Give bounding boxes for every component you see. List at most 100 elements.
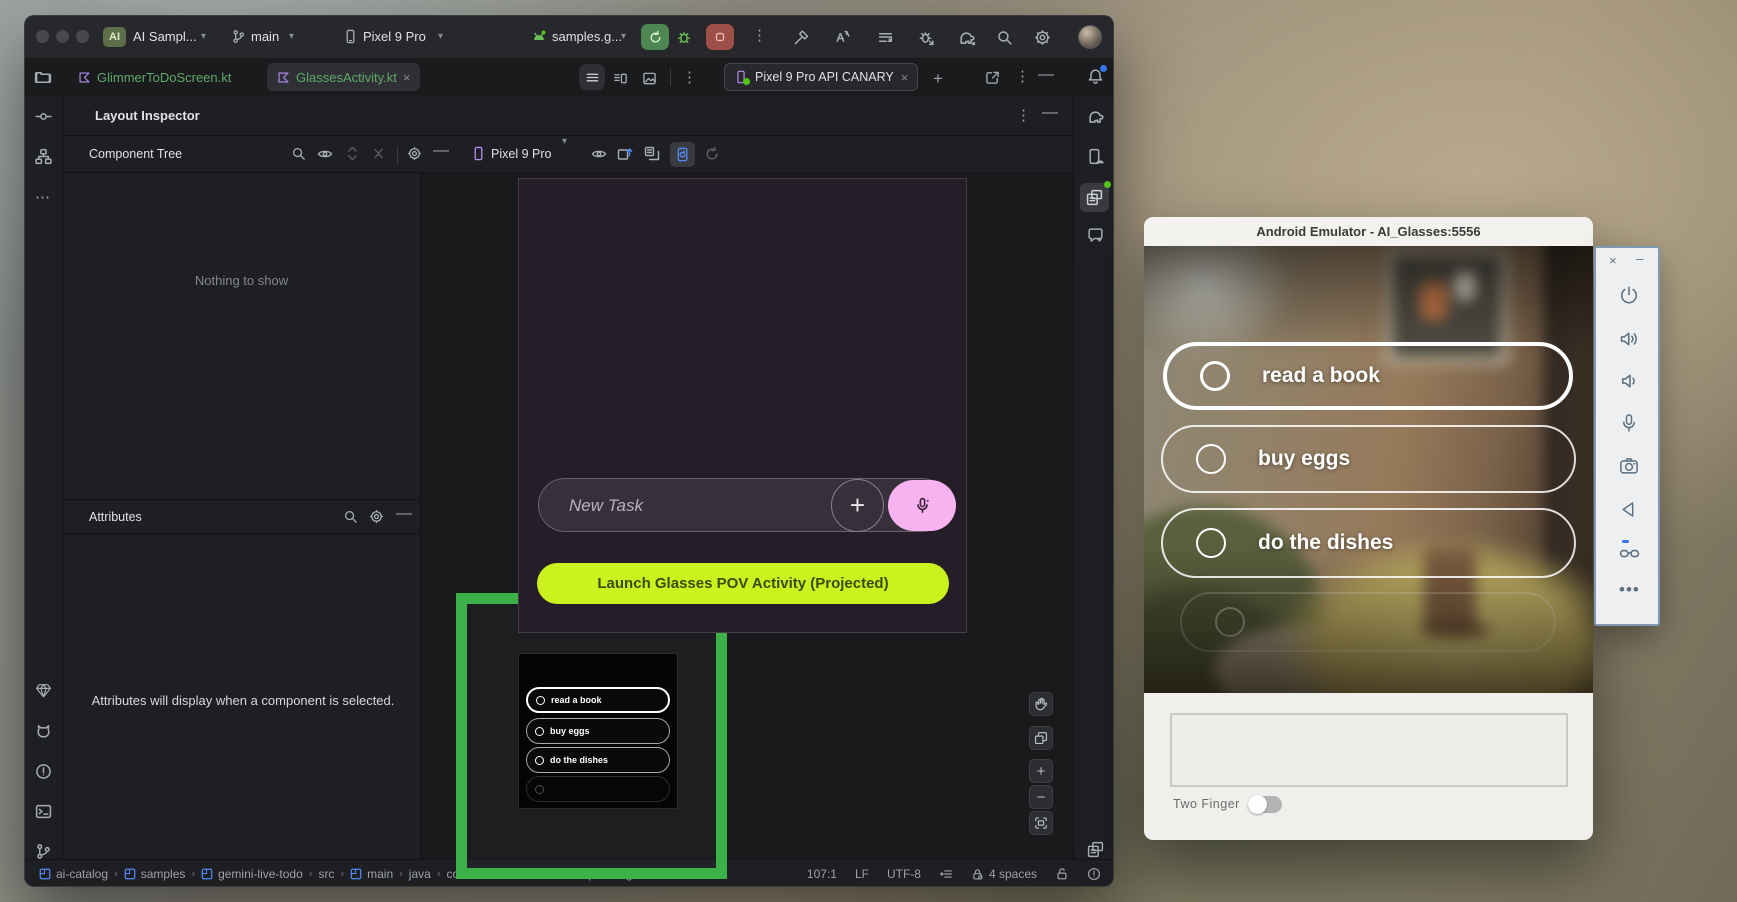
pan-mode-button[interactable]: [1029, 692, 1053, 716]
live-updates-toggle-selected[interactable]: [670, 142, 695, 167]
breadcrumb-module[interactable]: gemini-live-todo: [201, 867, 303, 881]
tab-glassesactivity[interactable]: GlassesActivity.kt ×: [267, 63, 420, 91]
inspector-device-selector[interactable]: Pixel 9 Pro: [491, 147, 551, 161]
apply-changes-bug-icon[interactable]: [918, 29, 935, 46]
stop-button[interactable]: [706, 24, 734, 50]
collapse-all-icon[interactable]: [371, 146, 386, 161]
run-configuration-selector[interactable]: samples.g...: [552, 16, 622, 58]
more-options-icon[interactable]: •••: [1619, 580, 1640, 600]
attributes-hide-icon[interactable]: —: [396, 505, 412, 523]
editor-detail-view-icon[interactable]: [613, 71, 628, 86]
restore-lines-icon[interactable]: [877, 29, 894, 46]
panel-more-vert-icon[interactable]: ⋮: [1015, 67, 1030, 85]
line-ending[interactable]: LF: [855, 867, 869, 881]
indent-size[interactable]: 4 spaces: [971, 867, 1037, 881]
debug-button[interactable]: [676, 29, 692, 45]
project-selector[interactable]: AI Sampl...: [133, 16, 197, 58]
attributes-gear-icon[interactable]: [369, 509, 384, 524]
li-more-vert-icon[interactable]: ⋮: [1016, 106, 1031, 124]
breadcrumb-module[interactable]: main: [350, 867, 393, 881]
editor-more-vert-icon[interactable]: ⋮: [682, 68, 697, 86]
more-tools-icon[interactable]: ⋯: [35, 188, 50, 206]
glasses-icon[interactable]: [1619, 542, 1640, 563]
traffic-zoom-button[interactable]: [76, 30, 89, 43]
notifications-bell-icon[interactable]: [1087, 68, 1104, 85]
new-task-input[interactable]: New Task +: [538, 478, 949, 532]
device-manager-icon[interactable]: [1087, 148, 1104, 165]
tree-settings-gear-icon[interactable]: [407, 146, 422, 161]
emulator-screen[interactable]: read a book buy eggs do the dishes: [1144, 246, 1593, 693]
todo-pill[interactable]: buy eggs: [1161, 425, 1576, 493]
open-in-window-icon[interactable]: [985, 70, 1000, 85]
running-device-tab[interactable]: Pixel 9 Pro API CANARY ×: [724, 63, 918, 91]
trackpad-area[interactable]: [1170, 713, 1568, 787]
gemini-chat-icon[interactable]: [1087, 227, 1104, 244]
target-device-selector[interactable]: Pixel 9 Pro: [363, 16, 426, 58]
rotation-3d-button[interactable]: [1029, 726, 1053, 750]
commit-tool-icon[interactable]: [35, 108, 52, 125]
tree-visibility-eye-icon[interactable]: [317, 146, 333, 162]
layout-inspector-snapshot-icon[interactable]: [1087, 841, 1104, 858]
two-finger-toggle[interactable]: [1248, 796, 1282, 813]
branch-selector[interactable]: main: [251, 16, 279, 58]
structure-tool-icon[interactable]: [35, 148, 52, 165]
todo-pill-focused[interactable]: read a book: [1163, 342, 1573, 410]
gemini-diamond-icon[interactable]: [35, 682, 52, 699]
tree-hide-icon[interactable]: —: [433, 142, 449, 160]
todo-pill[interactable]: do the dishes: [1161, 508, 1576, 578]
launch-glasses-pov-button[interactable]: Launch Glasses POV Activity (Projected): [537, 563, 949, 604]
zoom-out-button[interactable]: −: [1029, 785, 1053, 809]
traffic-minimize-button[interactable]: [56, 30, 69, 43]
export-snapshot-icon[interactable]: [617, 146, 633, 162]
tab-glimmertodoscreen[interactable]: GlimmerToDoScreen.kt: [68, 63, 241, 91]
radio-circle-icon[interactable]: [1196, 444, 1226, 474]
back-icon[interactable]: [1619, 500, 1638, 519]
radio-circle-icon[interactable]: [1196, 528, 1226, 558]
voice-input-button[interactable]: [888, 480, 956, 531]
editor-gallery-view-icon[interactable]: [642, 71, 657, 86]
breadcrumb-item[interactable]: java: [409, 867, 431, 881]
add-task-button[interactable]: +: [831, 479, 884, 532]
breadcrumb-item[interactable]: src: [318, 867, 334, 881]
close-device-tab-icon[interactable]: ×: [901, 70, 909, 85]
li-hide-icon[interactable]: —: [1042, 104, 1058, 122]
traffic-close-button[interactable]: [36, 30, 49, 43]
refresh-icon[interactable]: [704, 146, 720, 162]
user-avatar[interactable]: [1078, 25, 1102, 49]
file-encoding[interactable]: UTF-8: [887, 867, 921, 881]
indent-style-icon[interactable]: [939, 867, 953, 881]
power-icon[interactable]: [1619, 285, 1639, 305]
build-hammer-icon[interactable]: [793, 29, 810, 46]
volume-down-icon[interactable]: [1619, 371, 1639, 391]
expand-all-icon[interactable]: [345, 146, 360, 161]
zoom-to-fit-button[interactable]: [1029, 811, 1053, 835]
settings-gear-icon[interactable]: [1034, 29, 1051, 46]
git-tool-icon[interactable]: [35, 843, 52, 860]
minimize-icon[interactable]: –: [1636, 251, 1643, 266]
run-more-vert-icon[interactable]: ⋮: [752, 26, 767, 44]
terminal-tool-icon[interactable]: [35, 803, 52, 820]
sync-with-a-icon[interactable]: [834, 29, 851, 46]
editor-list-view-button[interactable]: [579, 64, 605, 90]
attributes-search-icon[interactable]: [343, 509, 358, 524]
layout-inspector-tool-selected[interactable]: [1080, 183, 1109, 212]
caret-position[interactable]: 107:1: [807, 867, 837, 881]
inspections-widget-icon[interactable]: [1087, 867, 1101, 881]
component-tree-pane[interactable]: Nothing to show: [63, 173, 420, 499]
gradle-tool-icon[interactable]: [1087, 108, 1105, 126]
add-device-icon[interactable]: +: [933, 69, 943, 89]
close-tab-icon[interactable]: ×: [403, 70, 411, 85]
phone-screen-preview[interactable]: New Task + Launch Glasses POV Activity (…: [518, 178, 967, 633]
snapshot-list-icon[interactable]: [644, 146, 660, 162]
zoom-in-button[interactable]: +: [1029, 759, 1053, 783]
hide-panel-icon[interactable]: —: [1038, 66, 1054, 84]
tree-search-icon[interactable]: [291, 146, 306, 161]
projected-display-preview[interactable]: read a book buy eggs do the dishes: [518, 653, 678, 809]
close-icon[interactable]: ×: [1609, 253, 1617, 268]
volume-up-icon[interactable]: [1619, 329, 1639, 349]
microphone-icon[interactable]: [1619, 413, 1639, 433]
gradle-sync-elephant-icon[interactable]: [958, 29, 976, 47]
search-everywhere-icon[interactable]: [996, 29, 1013, 46]
radio-circle-icon[interactable]: [1200, 361, 1230, 391]
project-tool-icon[interactable]: [35, 69, 52, 86]
